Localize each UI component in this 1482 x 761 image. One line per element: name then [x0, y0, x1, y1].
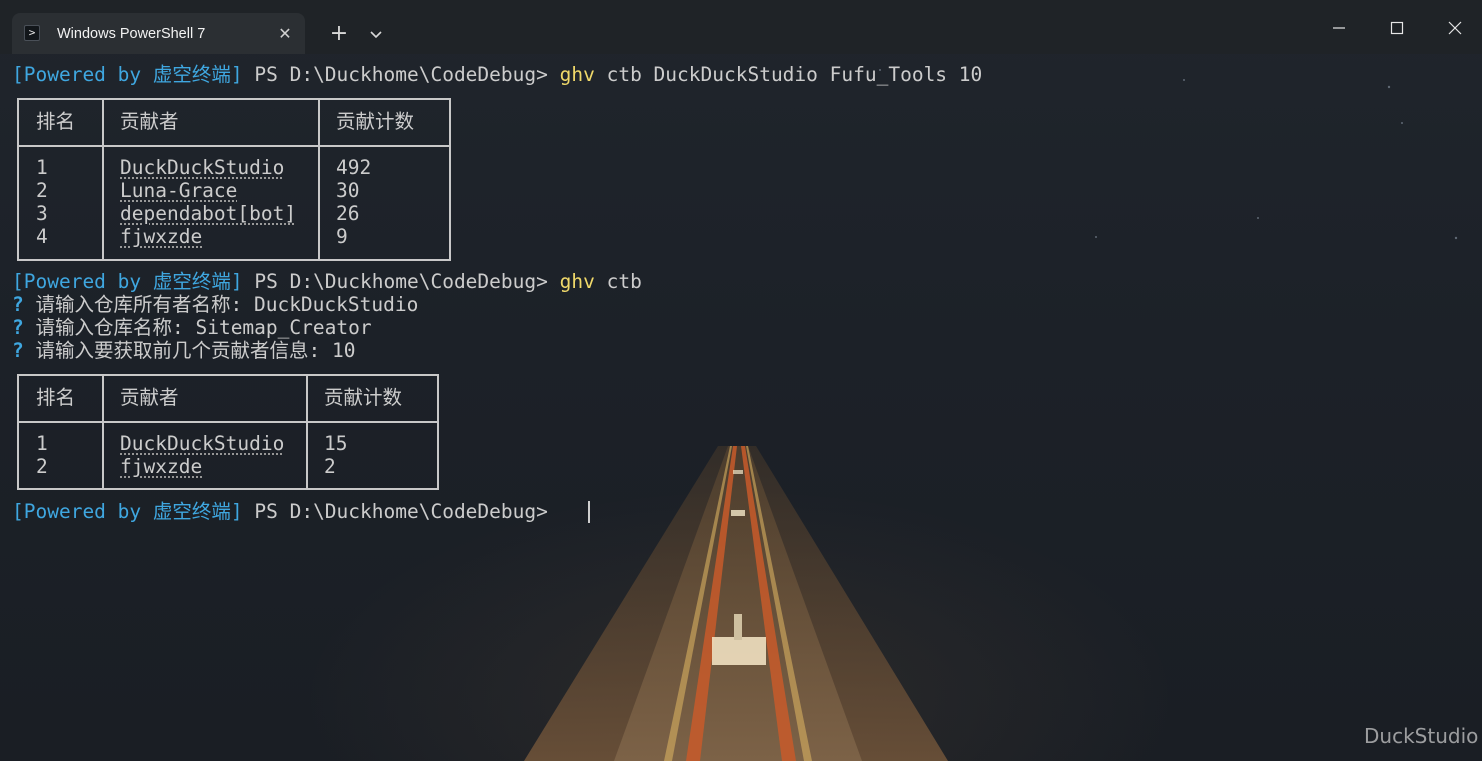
- table-cell-count: 30: [336, 179, 360, 202]
- close-button[interactable]: [1426, 0, 1482, 54]
- chevron-down-icon[interactable]: [364, 24, 388, 46]
- maximize-button[interactable]: [1368, 0, 1426, 54]
- close-icon: [1448, 21, 1462, 35]
- contributors-table: 排名 贡献者 贡献计数 1 DuckDuckStudio 15 2 fjwxzd…: [17, 374, 439, 490]
- question-line: ? 请输入要获取前几个贡献者信息: 10: [12, 339, 355, 362]
- minimize-icon: [1333, 27, 1345, 29]
- prompt-line: [Powered by 虚空终端] PS D:\Duckhome\CodeDeb…: [12, 270, 642, 293]
- table-header: 排名: [36, 110, 76, 133]
- question-mark: ?: [12, 339, 24, 362]
- terminal-window: > Windows PowerShell 7 ✕ + [Powered by 虚…: [0, 0, 1482, 761]
- prompt-path: PS D:\Duckhome\CodeDebug>: [242, 63, 560, 86]
- prompt-powered: [Powered by 虚空终端]: [12, 270, 243, 293]
- table-cell-rank: 1: [36, 156, 48, 179]
- table-cell-rank: 2: [36, 179, 48, 202]
- table-cell-rank: 1: [36, 432, 48, 455]
- table-cell-contributor[interactable]: fjwxzde: [120, 455, 202, 478]
- table-cell-rank: 4: [36, 225, 48, 248]
- table-header: 贡献者: [120, 110, 179, 133]
- command-text: ghv: [559, 270, 595, 293]
- table-cell-rank: 3: [36, 202, 48, 225]
- prompt-line: [Powered by 虚空终端] PS D:\Duckhome\CodeDeb…: [12, 500, 560, 523]
- table-cell-contributor[interactable]: DuckDuckStudio: [120, 432, 284, 455]
- table-header: 排名: [36, 386, 76, 409]
- terminal-output[interactable]: [Powered by 虚空终端] PS D:\Duckhome\CodeDeb…: [0, 54, 1482, 761]
- table-header: 贡献计数: [324, 386, 403, 409]
- table-cell-count: 492: [336, 156, 372, 179]
- table-cell-contributor[interactable]: DuckDuckStudio: [120, 156, 284, 179]
- plus-icon[interactable]: +: [326, 22, 352, 46]
- contributors-table: 排名 贡献者 贡献计数 1 DuckDuckStudio 492 2 Luna-…: [17, 98, 451, 261]
- prompt-powered: [Powered by 虚空终端]: [12, 500, 243, 523]
- maximize-icon: [1390, 21, 1404, 35]
- table-cell-contributor[interactable]: Luna-Grace: [120, 179, 237, 202]
- table-cell-count: 2: [324, 455, 336, 478]
- prompt-path: PS D:\Duckhome\CodeDebug>: [242, 270, 560, 293]
- powershell-icon: >: [24, 25, 40, 41]
- table-cell-count: 15: [324, 432, 348, 455]
- prompt-line: [Powered by 虚空终端] PS D:\Duckhome\CodeDeb…: [12, 63, 982, 86]
- tab-powershell[interactable]: > Windows PowerShell 7 ✕: [12, 13, 305, 54]
- table-cell-count: 9: [336, 225, 348, 248]
- question-text: 请输入要获取前几个贡献者信息: 10: [23, 339, 356, 362]
- minimize-button[interactable]: [1310, 0, 1368, 54]
- question-text: 请输入仓库名称: Sitemap_Creator: [23, 316, 372, 339]
- text-cursor[interactable]: [588, 501, 590, 523]
- table-cell-rank: 2: [36, 455, 48, 478]
- table-cell-count: 26: [336, 202, 360, 225]
- table-header: 贡献计数: [336, 110, 415, 133]
- tab-close-icon[interactable]: ✕: [275, 24, 295, 44]
- title-bar: > Windows PowerShell 7 ✕ +: [0, 0, 1482, 54]
- prompt-powered: [Powered by 虚空终端]: [12, 63, 243, 86]
- tab-title: Windows PowerShell 7: [57, 26, 206, 42]
- question-line: ? 请输入仓库名称: Sitemap_Creator: [12, 316, 372, 339]
- command-args: ctb DuckDuckStudio Fufu_Tools 10: [594, 63, 983, 86]
- table-cell-contributor[interactable]: fjwxzde: [120, 225, 202, 248]
- question-line: ? 请输入仓库所有者名称: DuckDuckStudio: [12, 293, 418, 316]
- question-mark: ?: [12, 293, 24, 316]
- prompt-path: PS D:\Duckhome\CodeDebug>: [242, 500, 560, 523]
- question-text: 请输入仓库所有者名称: DuckDuckStudio: [23, 293, 419, 316]
- command-args: ctb: [594, 270, 642, 293]
- table-cell-contributor[interactable]: dependabot[bot]: [120, 202, 296, 225]
- command-text: ghv: [559, 63, 595, 86]
- table-header: 贡献者: [120, 386, 179, 409]
- question-mark: ?: [12, 316, 24, 339]
- watermark: DuckStudio: [1364, 724, 1479, 748]
